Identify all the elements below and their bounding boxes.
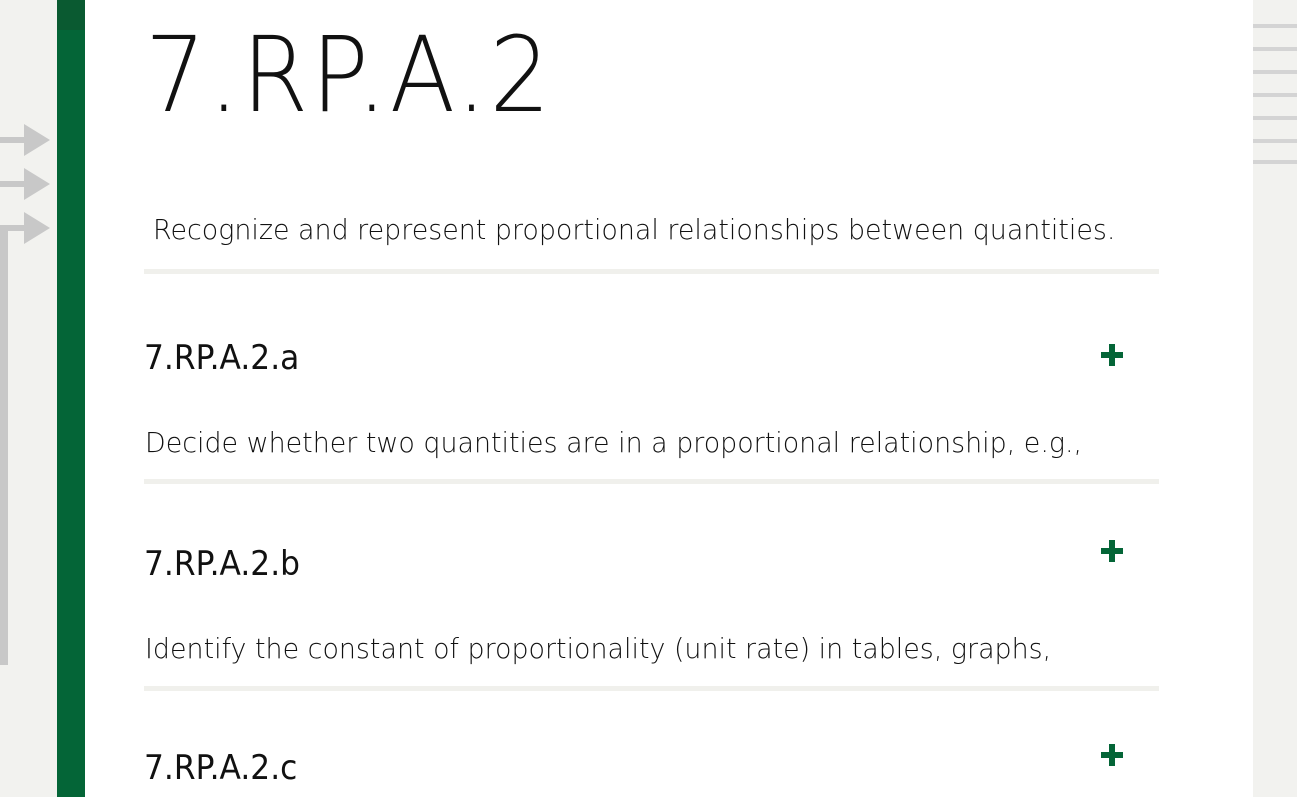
sub-standard-text: Identify the constant of proportionality… <box>145 632 1052 665</box>
arrow-right-icon <box>24 212 50 244</box>
menu-line <box>1253 93 1297 97</box>
menu-line <box>1253 160 1297 164</box>
menu-line <box>1253 116 1297 120</box>
sub-standard-code: 7.RP.A.2.c <box>144 748 298 788</box>
sub-standard-code: 7.RP.A.2.a <box>144 338 300 378</box>
expand-button[interactable] <box>1099 742 1125 768</box>
expand-button[interactable] <box>1099 538 1125 564</box>
menu-line <box>1253 47 1297 51</box>
plus-icon <box>1101 744 1123 766</box>
arrow-right-icon <box>0 168 50 200</box>
divider <box>144 269 1159 274</box>
standard-card: 7.RP.A.2 Recognize and represent proport… <box>85 0 1253 797</box>
accent-bar-top <box>57 0 85 30</box>
sub-standard-text: Decide whether two quantities are in a p… <box>145 426 1083 459</box>
divider <box>144 479 1159 484</box>
sub-standard-code: 7.RP.A.2.b <box>144 544 301 584</box>
connector-vertical-line <box>0 228 8 665</box>
standard-code: 7.RP.A.2 <box>145 14 554 136</box>
page: 7.RP.A.2 Recognize and represent proport… <box>0 0 1297 797</box>
menu-line <box>1253 24 1297 28</box>
divider <box>144 686 1159 691</box>
expand-button[interactable] <box>1099 342 1125 368</box>
menu-line <box>1253 70 1297 74</box>
plus-icon <box>1101 344 1123 366</box>
menu-line <box>1253 139 1297 143</box>
standard-description: Recognize and represent proportional rel… <box>153 213 1116 246</box>
plus-icon <box>1101 540 1123 562</box>
accent-bar <box>57 0 85 797</box>
arrow-right-icon <box>0 124 50 156</box>
